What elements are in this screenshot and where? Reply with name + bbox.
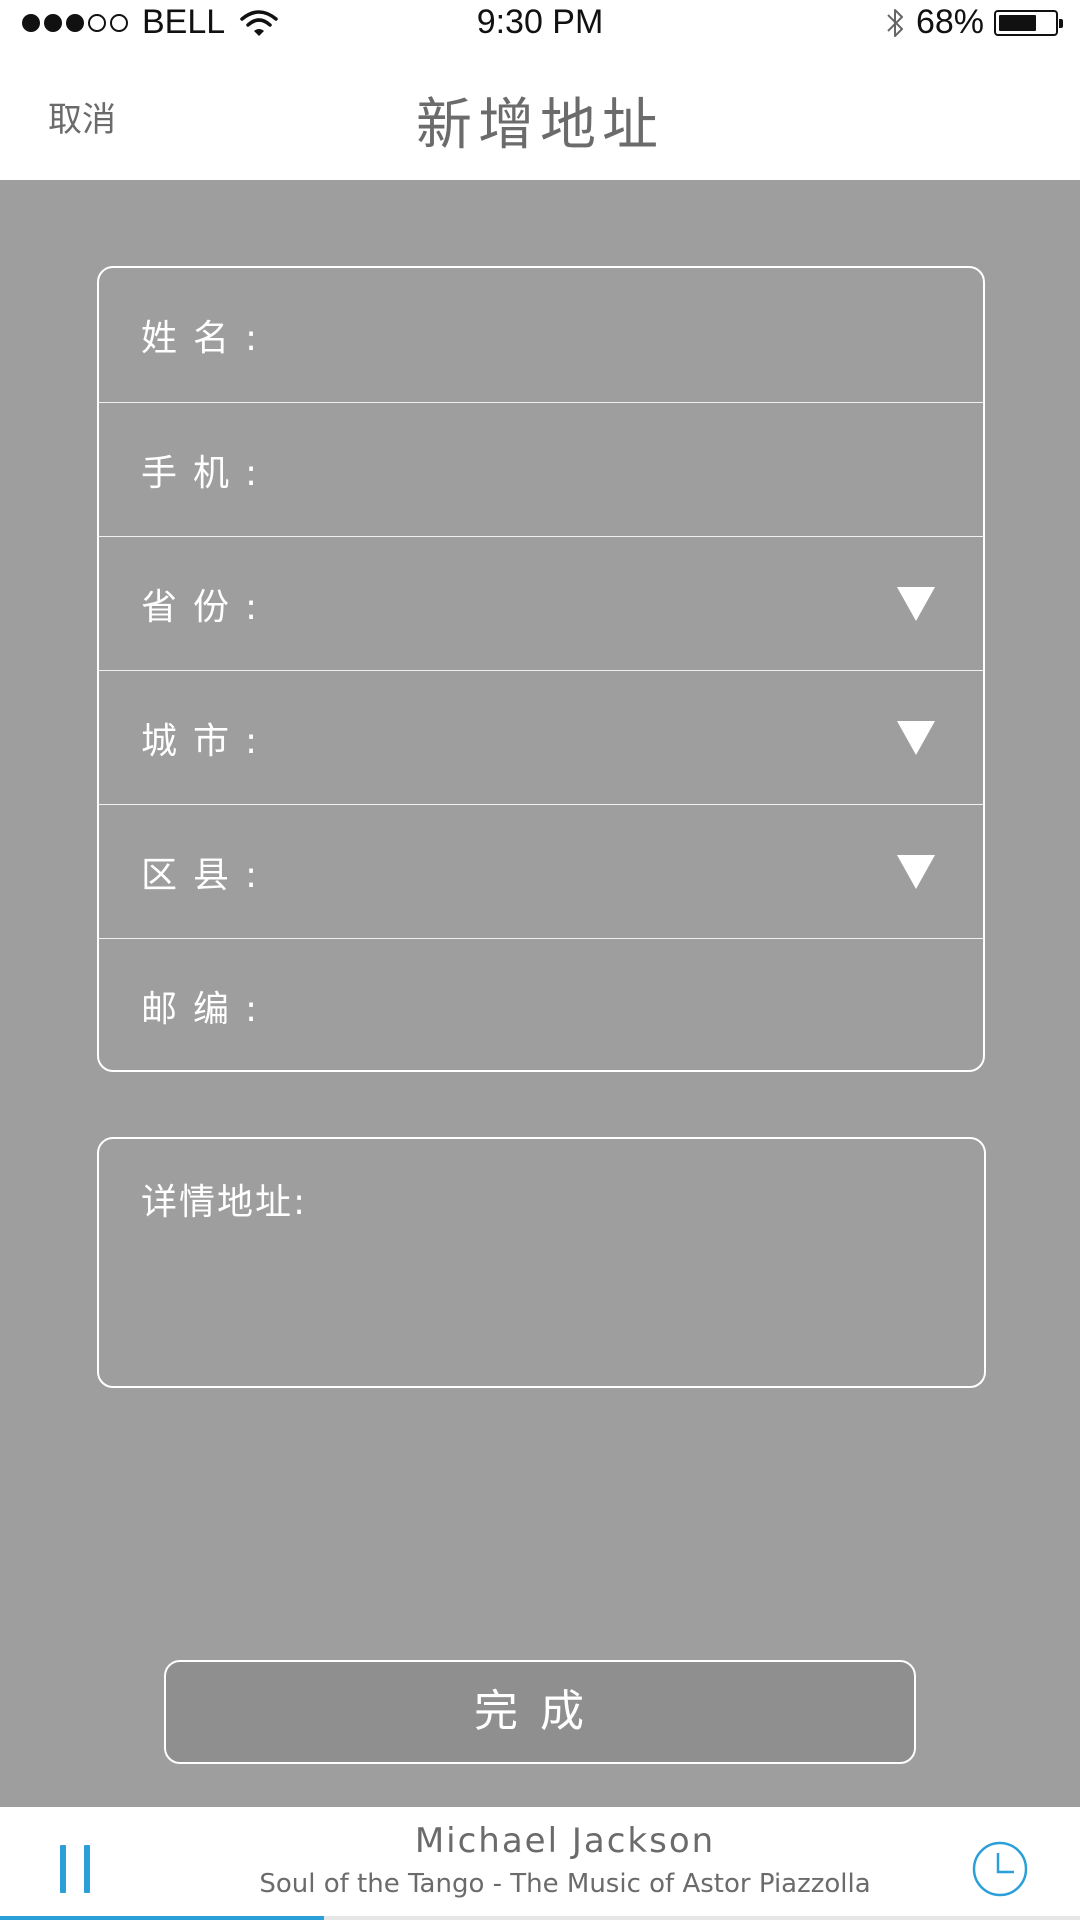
- page-title: 新增地址: [416, 93, 664, 158]
- playback-progress-fill: [0, 1916, 324, 1920]
- battery-level: [999, 14, 1036, 31]
- done-button[interactable]: 完成: [164, 1660, 916, 1764]
- dropdown-arrow-icon[interactable]: [897, 854, 935, 889]
- district-select[interactable]: 区县:: [99, 804, 983, 938]
- track-title: Soul of the Tango - The Music of Astor P…: [259, 1869, 871, 1899]
- province-label: 省份:: [141, 586, 274, 628]
- detail-address-label: 详情地址:: [141, 1182, 308, 1223]
- city-label: 城市:: [141, 720, 274, 762]
- mini-player: Michael Jackson Soul of the Tango - The …: [0, 1807, 1080, 1920]
- postcode-label: 邮编:: [141, 988, 274, 1030]
- district-label: 区县:: [141, 854, 274, 896]
- battery-icon: [994, 9, 1063, 36]
- battery-tip: [1059, 18, 1063, 28]
- status-right: 68%: [884, 3, 1063, 42]
- battery-percent: 68%: [915, 3, 984, 41]
- detail-address-input[interactable]: 详情地址:: [97, 1137, 986, 1388]
- playback-progress[interactable]: [0, 1916, 1080, 1920]
- name-label: 姓名:: [141, 318, 274, 359]
- phone-field[interactable]: 手机:: [99, 402, 983, 536]
- dropdown-arrow-icon[interactable]: [897, 586, 935, 621]
- bluetooth-icon: [887, 8, 903, 37]
- nav-bar: 取消 新增地址: [0, 46, 1080, 180]
- city-select[interactable]: 城市:: [99, 670, 983, 804]
- address-form: 姓名: 手机: 省份: 城市: 区县: 邮编:: [97, 266, 985, 1072]
- dropdown-arrow-icon[interactable]: [897, 720, 935, 755]
- clock-icon[interactable]: [970, 1839, 1030, 1899]
- province-select[interactable]: 省份:: [99, 536, 983, 670]
- track-artist: Michael Jackson: [414, 1821, 716, 1861]
- status-bar: BELL 9:30 PM 68%: [0, 0, 1080, 46]
- phone-label: 手机:: [141, 452, 274, 494]
- name-field[interactable]: 姓名:: [99, 268, 983, 402]
- postcode-field[interactable]: 邮编:: [99, 938, 983, 1070]
